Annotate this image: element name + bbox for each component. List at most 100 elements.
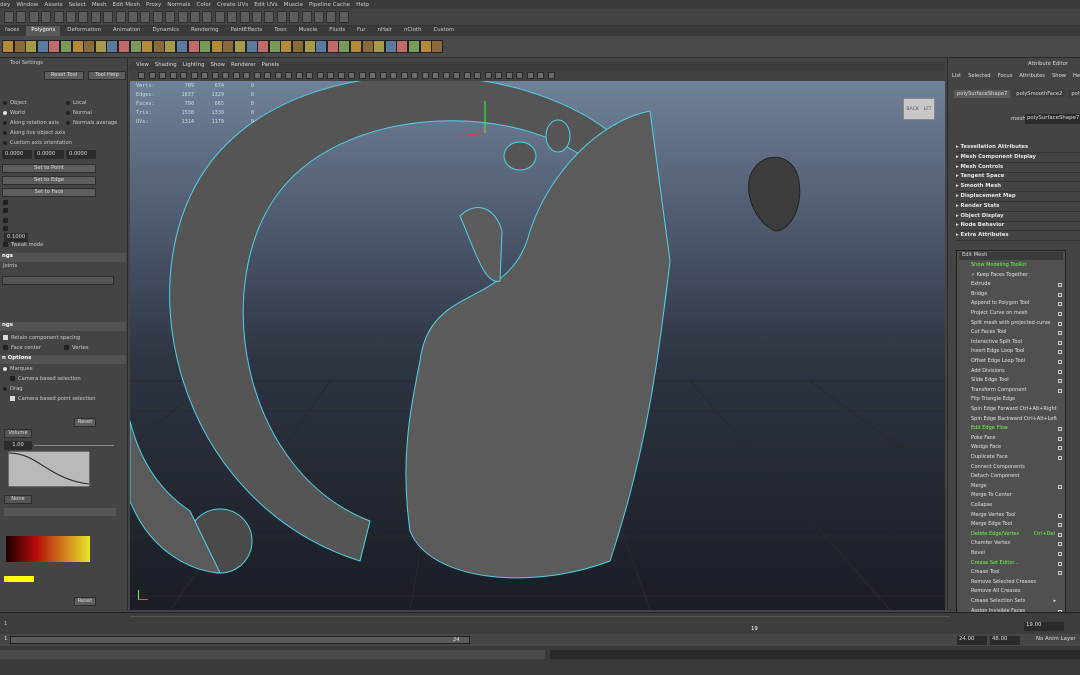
edit-mesh-item[interactable]: Detach Component [959,473,1065,483]
viewport-tool-icon[interactable] [222,72,229,79]
shelf-tool-icon[interactable] [210,40,223,53]
shelf-tool-icon[interactable] [36,40,49,53]
checkbox-retain-spacing[interactable]: Retain component spacing [0,335,126,344]
status-tool-icon[interactable] [103,11,114,23]
status-tool-icon[interactable] [53,11,64,23]
viewport-tool-icon[interactable] [337,72,345,79]
section-header-2[interactable]: ngs [0,322,126,331]
shelf-tool-icon[interactable] [361,40,374,53]
edit-mesh-item[interactable]: Bridge [959,291,1065,301]
volume-dropdown[interactable]: Volume [4,429,32,438]
edit-mesh-item[interactable]: Edit Edge Flow [959,425,1065,435]
shelf-tool-icon[interactable] [350,40,362,53]
viewport-tool-icon[interactable] [537,72,544,79]
status-tool-icon[interactable] [239,11,250,23]
edit-mesh-item[interactable]: Project Curve on mesh [959,310,1065,320]
command-line[interactable] [0,646,1080,675]
mel-input[interactable] [0,650,545,659]
shelf-tool-icon[interactable] [268,40,281,53]
shelf-tool-icon[interactable] [129,40,142,53]
timeline-track[interactable] [130,616,950,617]
radio-local[interactable]: Local [66,100,126,109]
dropdown[interactable] [2,276,114,285]
status-tool-icon[interactable] [190,11,200,23]
edit-mesh-item[interactable]: Chamfer Vertex [959,540,1065,550]
status-tool-icon[interactable] [152,11,163,23]
attr-menu-5[interactable]: Help [1073,73,1080,79]
attr-section[interactable]: ▸ Tangent Space [956,173,1080,183]
radio-normal[interactable]: Normal [66,110,126,119]
checkbox-camera-point[interactable]: Camera based point selection [0,396,126,405]
menu-9[interactable]: Create UVs [217,2,248,8]
edit-mesh-item[interactable]: Split mesh with projected curve [959,320,1065,330]
attr-menu-2[interactable]: Focus [998,73,1013,79]
value-field[interactable]: 0.1000 [4,233,28,242]
menu-2[interactable]: Assets [44,2,62,8]
view-cube[interactable]: BACK LFT [903,98,935,120]
time-slider[interactable]: 1 19 19.00 [0,612,1080,634]
edit-mesh-item[interactable]: Merge To Center [959,492,1065,502]
viewport-tool-icon[interactable] [400,72,408,79]
checkbox-vertex[interactable]: Vertex [64,345,124,354]
viewport-tool-icon[interactable] [180,72,187,79]
status-tool-icon[interactable] [326,11,337,23]
shelf-tool-icon[interactable] [222,40,235,53]
edit-mesh-item[interactable]: Crease Tool [959,569,1065,579]
edit-mesh-item[interactable]: Insert Edge Loop Tool [959,348,1065,358]
shelf-tab-0[interactable]: faces [0,26,24,36]
status-tool-icon[interactable] [202,11,213,23]
viewport-tool-icon[interactable] [295,72,303,79]
shelf-tool-icon[interactable] [431,40,444,53]
menu-4[interactable]: Mesh [92,2,107,8]
viewport-tool-icon[interactable] [390,72,397,79]
shelf-tool-icon[interactable] [234,40,246,53]
edit-mesh-item[interactable]: Cut Faces Tool [959,329,1065,339]
viewport-tool-icon[interactable] [159,72,166,79]
shelf-tool-icon[interactable] [106,40,119,53]
radio-live-object-axis[interactable]: Along live object axis [0,130,126,139]
viewport-tool-icon[interactable] [148,72,156,79]
range-bar[interactable]: 24 [10,636,470,644]
radio-custom-axis[interactable]: Custom axis orientation [0,140,126,149]
shelf-tool-icon[interactable] [48,40,61,53]
falloff-slider[interactable] [34,445,114,446]
tool-help-button[interactable]: Tool Help [88,71,126,80]
shelf-tab-7[interactable]: Toon [269,26,291,36]
viewport-tool-icon[interactable] [358,72,366,79]
viewport-tool-icon[interactable] [411,72,418,79]
shelf-tool-icon[interactable] [384,40,397,53]
viewport-tool-icon[interactable] [190,72,198,79]
set-to-edge-button[interactable]: Set to Edge [2,176,96,185]
status-tool-icon[interactable] [338,11,349,23]
attr-menu-0[interactable]: List [952,73,961,79]
edit-mesh-item[interactable]: Offset Edge Loop Tool [959,358,1065,368]
edit-mesh-item[interactable]: Extrude [959,281,1065,291]
menu-5[interactable]: Edit Mesh [113,2,140,8]
viewport-tool-icon[interactable] [327,72,334,79]
viewport-menu-0[interactable]: View [136,62,149,70]
viewport-tool-icon[interactable] [243,72,250,79]
viewport-tool-icon[interactable] [463,72,471,79]
edit-mesh-item[interactable]: ✓ Keep Faces Together [959,272,1065,282]
shelf-tab-8[interactable]: Muscle [294,26,323,36]
status-tool-icon[interactable] [41,11,52,23]
menu-12[interactable]: Pipeline Cache [309,2,350,8]
edit-mesh-item[interactable]: Bevel [959,550,1065,560]
shelf-tool-icon[interactable] [13,40,26,53]
status-tool-icon[interactable] [128,11,138,23]
shelf-tool-icon[interactable] [315,40,328,53]
status-tool-icon[interactable] [4,11,14,23]
shelf-tool-icon[interactable] [187,40,200,53]
edit-mesh-item[interactable]: Remove All Creases [959,588,1065,598]
axis-x-field[interactable]: 0.0000 [2,150,32,159]
attr-section[interactable]: ▸ Mesh Component Display [956,154,1080,163]
edit-mesh-item[interactable]: Spin Edge Forward Ctrl+Alt+Right [959,406,1065,416]
attr-menu-4[interactable]: Show [1052,73,1066,79]
viewport-tool-icon[interactable] [232,72,240,79]
edit-mesh-item[interactable]: Wedge Face [959,444,1065,454]
viewport-tool-icon[interactable] [201,72,208,79]
shelf-tool-icon[interactable] [280,40,293,53]
edit-mesh-item[interactable]: Slide Edge Tool [959,377,1065,387]
current-frame-field[interactable]: 19.00 [1024,622,1064,631]
checkbox-camera-based[interactable]: Camera based selection [0,376,126,385]
